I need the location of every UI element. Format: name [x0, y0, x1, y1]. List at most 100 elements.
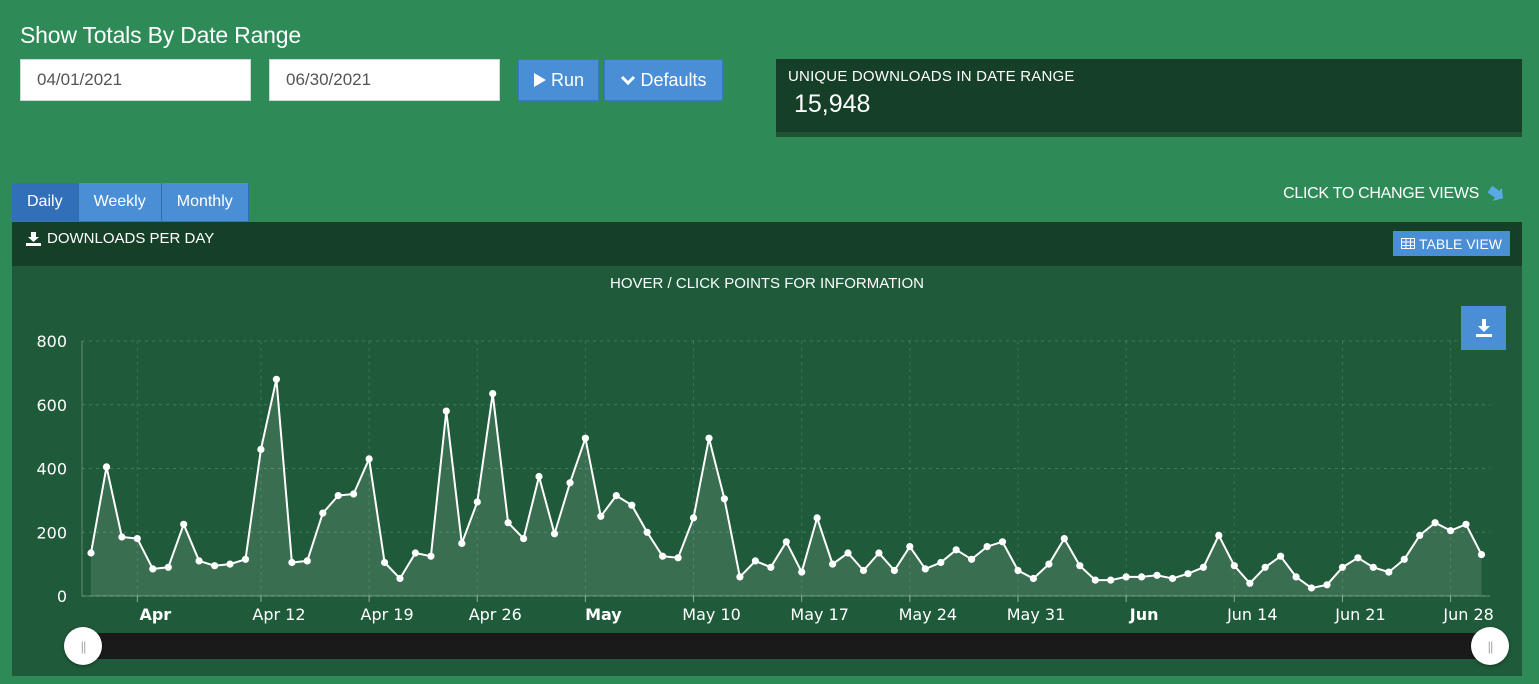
- data-point[interactable]: [133, 535, 141, 543]
- data-point[interactable]: [998, 538, 1007, 546]
- data-point[interactable]: [566, 479, 574, 487]
- data-point[interactable]: [1060, 535, 1068, 543]
- data-point[interactable]: [1199, 563, 1207, 571]
- data-point[interactable]: [396, 574, 404, 583]
- data-point[interactable]: [859, 566, 868, 575]
- data-point[interactable]: [1107, 576, 1115, 584]
- defaults-button[interactable]: Defaults: [604, 59, 723, 101]
- data-point[interactable]: [1462, 520, 1470, 528]
- data-point[interactable]: [1338, 563, 1347, 571]
- data-point[interactable]: [1153, 571, 1161, 579]
- data-point[interactable]: [1091, 576, 1099, 584]
- data-point[interactable]: [1138, 573, 1146, 581]
- data-point[interactable]: [782, 538, 790, 546]
- data-point[interactable]: [705, 434, 713, 442]
- data-point[interactable]: [442, 407, 450, 415]
- data-point[interactable]: [659, 552, 667, 560]
- data-point[interactable]: [241, 555, 250, 563]
- data-point[interactable]: [767, 563, 775, 571]
- data-point[interactable]: [303, 557, 311, 565]
- data-point[interactable]: [427, 552, 435, 560]
- export-chart-button[interactable]: [1461, 306, 1506, 350]
- data-point[interactable]: [937, 558, 945, 567]
- range-navigator[interactable]: [84, 633, 1496, 659]
- data-point[interactable]: [102, 463, 111, 471]
- data-point[interactable]: [272, 375, 280, 383]
- data-point[interactable]: [1385, 568, 1393, 576]
- data-point[interactable]: [504, 519, 512, 527]
- data-point[interactable]: [535, 472, 543, 481]
- table-view-button[interactable]: TABLE VIEW: [1393, 231, 1510, 256]
- data-point[interactable]: [798, 568, 806, 576]
- data-point[interactable]: [674, 554, 682, 562]
- data-point[interactable]: [520, 535, 528, 543]
- data-point[interactable]: [458, 539, 466, 547]
- data-point[interactable]: [473, 498, 481, 506]
- data-point[interactable]: [1323, 581, 1331, 589]
- data-point[interactable]: [689, 514, 698, 522]
- tab-daily[interactable]: Daily: [12, 183, 79, 221]
- data-point[interactable]: [1261, 563, 1269, 571]
- data-point[interactable]: [489, 390, 497, 398]
- data-point[interactable]: [288, 558, 296, 567]
- end-date-input[interactable]: [269, 59, 500, 101]
- start-date-input[interactable]: [20, 59, 251, 101]
- data-point[interactable]: [968, 555, 976, 563]
- data-point[interactable]: [1369, 563, 1377, 571]
- data-point[interactable]: [875, 549, 883, 557]
- data-point[interactable]: [381, 558, 389, 567]
- data-point[interactable]: [1184, 570, 1192, 578]
- data-point[interactable]: [736, 573, 744, 581]
- data-point[interactable]: [829, 560, 837, 568]
- data-point[interactable]: [643, 528, 651, 536]
- data-point[interactable]: [226, 560, 234, 568]
- data-point[interactable]: [411, 549, 419, 557]
- data-point[interactable]: [952, 546, 960, 554]
- data-point[interactable]: [1447, 527, 1455, 535]
- data-point[interactable]: [257, 445, 265, 453]
- data-point[interactable]: [612, 492, 620, 500]
- data-point[interactable]: [906, 543, 914, 551]
- data-point[interactable]: [87, 549, 95, 557]
- data-point[interactable]: [844, 549, 852, 557]
- data-point[interactable]: [1400, 555, 1408, 563]
- navigator-right-handle[interactable]: ||: [1471, 627, 1509, 665]
- tab-weekly[interactable]: Weekly: [78, 183, 162, 221]
- data-point[interactable]: [720, 495, 729, 503]
- data-point[interactable]: [581, 434, 590, 442]
- data-point[interactable]: [1477, 551, 1486, 559]
- run-button[interactable]: Run: [518, 59, 599, 101]
- data-point[interactable]: [118, 533, 126, 541]
- data-point[interactable]: [550, 530, 559, 538]
- data-point[interactable]: [1168, 574, 1177, 583]
- data-point[interactable]: [921, 565, 929, 573]
- data-point[interactable]: [751, 557, 760, 565]
- data-point[interactable]: [1416, 531, 1424, 539]
- data-point[interactable]: [1014, 566, 1022, 575]
- data-point[interactable]: [1354, 554, 1362, 562]
- data-point[interactable]: [164, 563, 172, 571]
- data-point[interactable]: [350, 490, 358, 498]
- data-point[interactable]: [1431, 519, 1439, 527]
- data-point[interactable]: [365, 455, 373, 463]
- data-point[interactable]: [1292, 573, 1300, 581]
- data-point[interactable]: [1076, 562, 1084, 570]
- data-point[interactable]: [149, 565, 157, 573]
- data-point[interactable]: [597, 512, 605, 520]
- data-point[interactable]: [1277, 552, 1285, 560]
- data-point[interactable]: [1230, 562, 1238, 570]
- data-point[interactable]: [1029, 574, 1037, 583]
- data-point[interactable]: [890, 566, 899, 575]
- data-point[interactable]: [211, 562, 219, 570]
- data-point[interactable]: [1215, 531, 1223, 539]
- data-point[interactable]: [1045, 560, 1053, 568]
- data-point[interactable]: [1122, 573, 1130, 581]
- data-point[interactable]: [983, 543, 991, 551]
- data-point[interactable]: [628, 501, 636, 509]
- data-point[interactable]: [195, 557, 203, 565]
- data-point[interactable]: [180, 520, 188, 528]
- data-point[interactable]: [813, 514, 821, 522]
- data-point[interactable]: [334, 492, 342, 500]
- navigator-left-handle[interactable]: ||: [64, 627, 102, 665]
- data-point[interactable]: [1246, 579, 1254, 587]
